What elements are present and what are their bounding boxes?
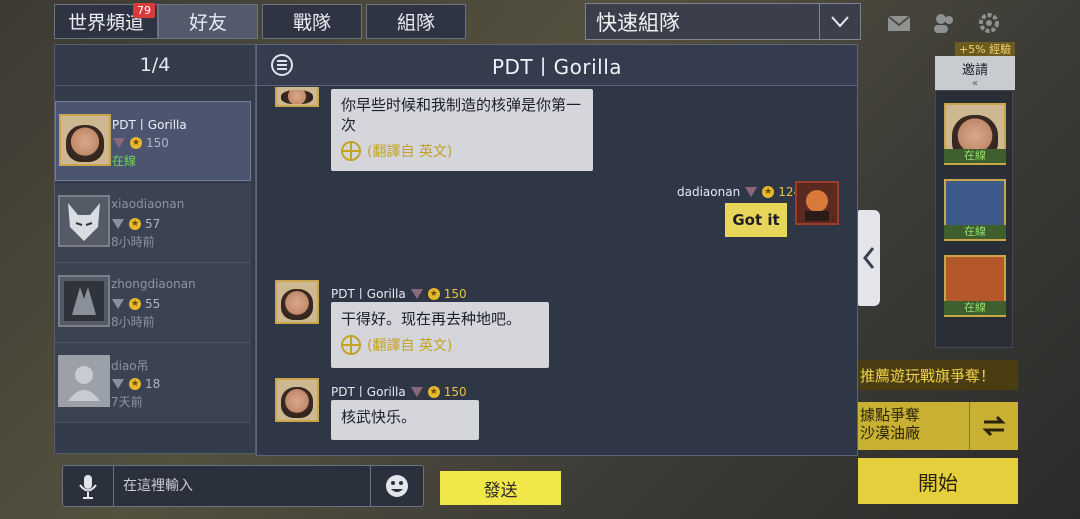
start-button[interactable]: 開始 <box>858 458 1018 504</box>
friend-item[interactable]: xiaodiaonan ★ 57 8小時前 <box>55 183 251 263</box>
chat-bubble: 干得好。现在再去种地吧。 (翻譯自 英文) <box>331 302 549 368</box>
friend-status: 8小時前 <box>111 235 155 249</box>
level-star-icon: ★ <box>129 378 141 390</box>
tab-label: 戰隊 <box>292 12 331 34</box>
rank-icon <box>744 186 758 198</box>
translate-label: (翻譯自 英文) <box>367 338 453 354</box>
tab-label: 好友 <box>188 12 227 34</box>
tab-label: 組隊 <box>396 12 435 34</box>
own-chat-bubble: Got it <box>725 203 787 237</box>
level-star-icon: ★ <box>130 137 142 149</box>
level-star-icon: ★ <box>129 298 141 310</box>
microphone-icon[interactable] <box>63 466 114 506</box>
menu-icon[interactable] <box>271 54 293 76</box>
friend-level: 57 <box>145 217 161 231</box>
tab-friends[interactable]: 好友 <box>158 4 258 39</box>
double-chevron-icon: « <box>971 78 979 89</box>
member-status: 在線 <box>944 301 1006 315</box>
friend-status: 8小時前 <box>111 315 155 329</box>
friend-item[interactable]: PDT丨Gorilla ★ 150 在線 <box>55 101 251 181</box>
sender-line: PDT丨Gorilla ★ 150 <box>331 285 467 302</box>
unread-badge: 79 <box>133 3 155 18</box>
level-star-icon: ★ <box>427 385 440 398</box>
chat-panel: PDT丨Gorilla 你早些时候和我制造的核弹是你第一次 (翻譯自 英文) d… <box>256 44 858 456</box>
avatar <box>58 355 110 407</box>
message-text: 你早些时候和我制造的核弹是你第一次 <box>341 96 582 134</box>
chat-input-bar: 在這裡輸入 <box>62 465 424 507</box>
sender-name: PDT丨Gorilla <box>331 287 406 301</box>
rank-icon <box>410 386 424 398</box>
mail-icon[interactable] <box>887 12 911 34</box>
friend-item[interactable]: zhongdiaonan ★ 55 8小時前 <box>55 263 251 343</box>
rank-icon <box>410 288 424 300</box>
friend-level: 55 <box>145 297 161 311</box>
friend-item[interactable]: diao吊 ★ 18 7天前 <box>55 343 251 423</box>
promo-banner: 推薦遊玩戰旗爭奪！ <box>858 360 1018 390</box>
avatar <box>58 275 110 327</box>
team-slots: 在線 在線 在線 <box>935 90 1013 348</box>
level-star-icon: ★ <box>427 287 440 300</box>
friends-list-panel: 1/4 PDT丨Gorilla ★ 150 在線 xiaodiaonan ★ 57 … <box>54 44 256 454</box>
translate-icon <box>341 335 361 355</box>
page-counter: 1/4 <box>55 45 255 86</box>
friend-status: 7天前 <box>111 395 143 409</box>
level-star-icon: ★ <box>129 218 141 230</box>
sender-level: 150 <box>443 286 467 301</box>
send-button[interactable]: 發送 <box>440 471 561 505</box>
chat-bubble: 你早些时候和我制造的核弹是你第一次 (翻譯自 英文) <box>331 89 593 171</box>
member-status: 在線 <box>944 225 1006 239</box>
tab-squad[interactable]: 組隊 <box>366 4 466 39</box>
rank-icon <box>111 218 125 230</box>
sender-name: PDT丨Gorilla <box>331 385 406 399</box>
message-text: 核武快乐。 <box>341 408 417 426</box>
friend-level: 18 <box>145 377 161 391</box>
fox-mask-icon <box>68 203 100 241</box>
collapse-chat-handle[interactable] <box>858 210 880 306</box>
friend-name: PDT丨Gorilla <box>112 118 187 132</box>
quick-team-label: 快速組隊 <box>596 10 680 35</box>
avatar <box>59 114 111 166</box>
member-status: 在線 <box>944 149 1006 163</box>
translate-icon <box>341 141 361 161</box>
sender-line: PDT丨Gorilla ★ 150 <box>331 383 467 400</box>
invite-label: 邀請 <box>961 63 988 78</box>
chevron-down-icon[interactable] <box>819 4 860 39</box>
message-text: 干得好。现在再去种地吧。 <box>341 310 522 328</box>
chat-header: PDT丨Gorilla <box>257 45 857 86</box>
swap-mode-icon[interactable] <box>969 402 1018 450</box>
friend-name: zhongdiaonan <box>111 277 196 291</box>
friend-name: xiaodiaonan <box>111 197 185 211</box>
tab-clan[interactable]: 戰隊 <box>262 4 362 39</box>
chat-bubble: 核武快乐。 <box>331 400 479 440</box>
default-avatar-icon <box>68 366 100 401</box>
emoji-icon[interactable] <box>370 466 423 506</box>
level-star-icon: ★ <box>762 186 775 198</box>
own-avatar[interactable] <box>795 181 839 225</box>
friend-level: 150 <box>146 136 169 150</box>
avatar <box>58 195 110 247</box>
chat-title: PDT丨Gorilla <box>491 54 623 79</box>
rank-icon <box>111 298 125 310</box>
mode-selector[interactable]: 據點爭奪 沙漠油廠 <box>858 402 1018 450</box>
invite-button[interactable]: 邀請 « <box>935 56 1015 90</box>
sender-avatar[interactable] <box>275 280 319 324</box>
rank-icon <box>112 137 126 149</box>
chat-input[interactable]: 在這裡輸入 <box>123 466 193 506</box>
translate-label: (翻譯自 英文) <box>367 144 453 160</box>
friend-name: diao吊 <box>111 359 149 373</box>
sender-name: dadiaonan <box>677 185 741 199</box>
friend-status: 在線 <box>112 154 137 168</box>
sender-avatar[interactable] <box>275 378 319 422</box>
rank-icon <box>111 378 125 390</box>
sender-avatar[interactable] <box>275 87 319 107</box>
sender-line: dadiaonan ★ 124 <box>677 185 801 199</box>
quick-team-dropdown[interactable]: 快速組隊 <box>585 3 861 40</box>
friends-icon[interactable] <box>932 12 956 34</box>
gear-icon[interactable] <box>977 12 1001 34</box>
tab-world-channel[interactable]: 世界頻道 79 <box>54 3 158 39</box>
wolf-emblem-icon <box>64 281 104 321</box>
sender-level: 150 <box>443 384 467 399</box>
